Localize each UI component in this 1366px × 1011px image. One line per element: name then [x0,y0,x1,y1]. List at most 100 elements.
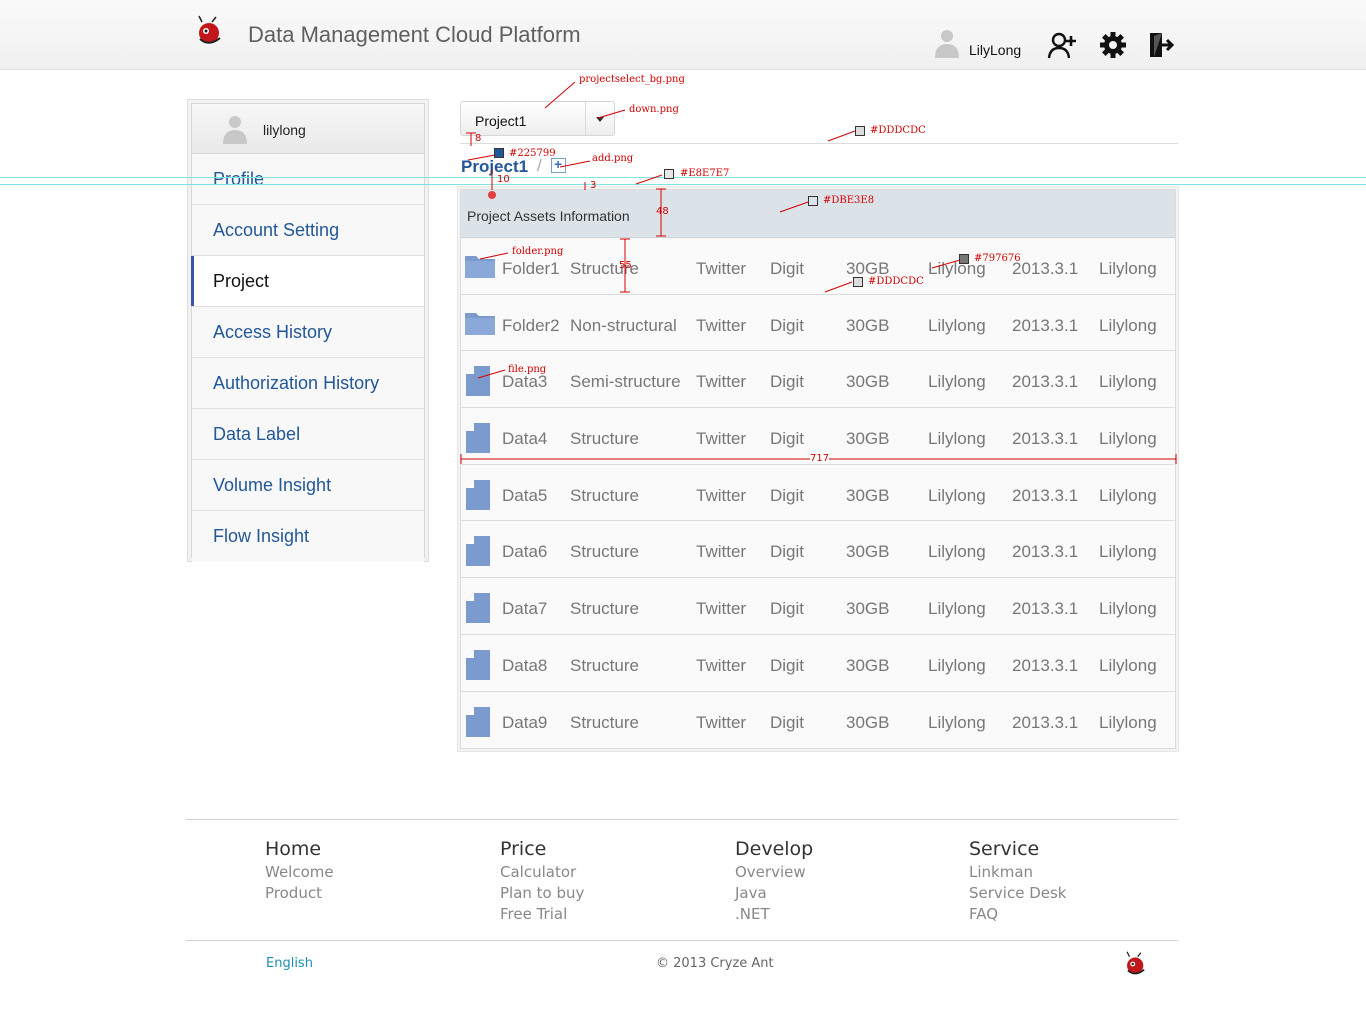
footer-heading[interactable]: Home [265,838,334,860]
annotation-label: down.png [629,104,679,115]
app-title: Data Management Cloud Platform [248,22,581,47]
cell-format: Digit [770,599,805,619]
table-row[interactable]: Data6 Structure Twitter Digit 30GB Lilylong 20… [461,521,1175,579]
cell-owner: Lilylong [928,429,986,449]
footer-heading[interactable]: Price [500,838,584,860]
footer-link[interactable]: FAQ [969,904,1067,925]
footer-link[interactable]: .NET [735,904,813,925]
footer-link[interactable]: Overview [735,862,813,883]
breadcrumb[interactable]: Project1 [461,157,528,177]
folder-icon [464,253,496,284]
footer-link[interactable]: Free Trial [500,904,584,925]
annotation-label: #DDDCDC [868,276,924,287]
table-row[interactable]: Data7 Structure Twitter Digit 30GB Lilylong 20… [461,578,1175,635]
table-row[interactable]: Data3 Semi-structure Twitter Digit 30GB Lilyl… [461,351,1175,409]
annotation-label: #E8E7E7 [680,168,730,179]
annotation-label: add.png [592,153,634,164]
footer-column: Service Linkman Service Desk FAQ [969,838,1067,925]
add-user-icon[interactable] [1047,30,1077,60]
footer-link[interactable]: Plan to buy [500,883,584,904]
cell-date: 2013.3.1 [1012,655,1079,675]
cell-format: Digit [770,542,805,562]
cell-date: 2013.3.1 [1012,599,1079,619]
annotation-dimension: 10 [497,174,510,185]
table-body: Folder1 Structure Twitter Digit 30GB Lilylong… [461,238,1175,748]
cell-type: Structure [570,712,639,732]
add-icon[interactable] [551,156,566,173]
sidebar-item-project[interactable]: Project [191,256,424,307]
cell-source: Twitter [696,712,747,732]
cell-type: Structure [570,655,639,675]
table-row[interactable]: Folder2 Non-structural Twitter Digit 30GB Lil… [461,295,1175,352]
cell-date: 2013.3.1 [1012,485,1079,505]
header-user-name[interactable]: LilyLong [969,42,1021,58]
color-swatch [853,277,863,287]
annotation-dimension: 48 [656,206,669,217]
cell-source: Twitter [696,485,747,505]
footer-column: Home Welcome Product [265,838,334,904]
logo-icon [1126,951,1145,975]
footer-link[interactable]: Service Desk [969,883,1067,904]
table-row[interactable]: Data9 Structure Twitter Digit 30GB Lilylong 20… [461,692,1175,749]
assets-table: Project Assets Information Folder1 Struct… [457,186,1179,752]
cell-format: Digit [770,259,805,278]
breadcrumb-separator: / [537,156,542,175]
logout-icon[interactable] [1146,30,1176,60]
cell-type: Structure [570,485,639,505]
sidebar-item-account-setting[interactable]: Account Setting [192,205,424,256]
cell-size: 30GB [846,542,890,562]
footer-link[interactable]: Calculator [500,862,584,883]
cell-format: Digit [770,655,805,675]
cell-format: Digit [770,315,805,335]
sidebar-item-authorization-history[interactable]: Authorization History [192,358,424,409]
cell-owner: Lilylong [928,372,986,392]
cell-name: Data5 [502,485,548,505]
sidebar-item-access-history[interactable]: Access History [192,307,424,358]
footer-link[interactable]: Java [735,883,813,904]
table-row[interactable]: Data8 Structure Twitter Digit 30GB Lilylong 20… [461,635,1175,692]
cell-name: Data6 [502,542,548,562]
logo-icon[interactable] [194,14,226,48]
language-link[interactable]: English [266,956,313,971]
cell-by: Lilylong [1099,712,1157,732]
gear-icon[interactable] [1098,30,1128,60]
cell-type: Structure [570,429,639,449]
footer-column: Price Calculator Plan to buy Free Trial [500,838,584,925]
table-row[interactable]: Folder1 Structure Twitter Digit 30GB Lilylong… [461,238,1175,295]
table-header: Project Assets Information [461,190,1175,238]
cell-by: Lilylong [1099,542,1157,562]
guide-line [0,184,1366,185]
cell-name: Data4 [502,429,548,449]
cell-source: Twitter [696,315,747,335]
annotation-label: #DDDCDC [870,125,926,136]
annotation-dimension: 717 [810,453,830,464]
footer-link[interactable]: Linkman [969,862,1067,883]
table-title: Project Assets Information [467,208,630,224]
user-icon [935,30,959,58]
sidebar-item-flow-insight[interactable]: Flow Insight [192,511,424,562]
file-icon [466,649,490,685]
cell-source: Twitter [696,259,747,278]
sidebar-item-data-label[interactable]: Data Label [192,409,424,460]
cell-type: Structure [570,542,639,562]
cell-format: Digit [770,712,805,732]
footer-heading[interactable]: Develop [735,838,813,860]
color-swatch [959,254,969,264]
cell-by: Lilylong [1099,372,1157,392]
table-row[interactable]: Data5 Structure Twitter Digit 30GB Lilylong 20… [461,465,1175,522]
project-select[interactable]: Project1 [460,101,615,136]
chevron-down-icon[interactable] [596,117,604,122]
footer-link[interactable]: Product [265,883,334,904]
footer-link[interactable]: Welcome [265,862,334,883]
cell-type: Structure [570,599,639,619]
color-swatch [808,196,818,206]
file-icon [466,593,490,628]
sidebar-item-profile[interactable]: Profile [192,154,424,205]
color-swatch [494,148,504,158]
footer-heading[interactable]: Service [969,838,1067,860]
cell-size: 30GB [846,655,890,675]
cell-size: 30GB [846,429,890,449]
cell-source: Twitter [696,655,747,675]
cell-size: 30GB [846,372,890,392]
sidebar-item-volume-insight[interactable]: Volume Insight [192,460,424,511]
